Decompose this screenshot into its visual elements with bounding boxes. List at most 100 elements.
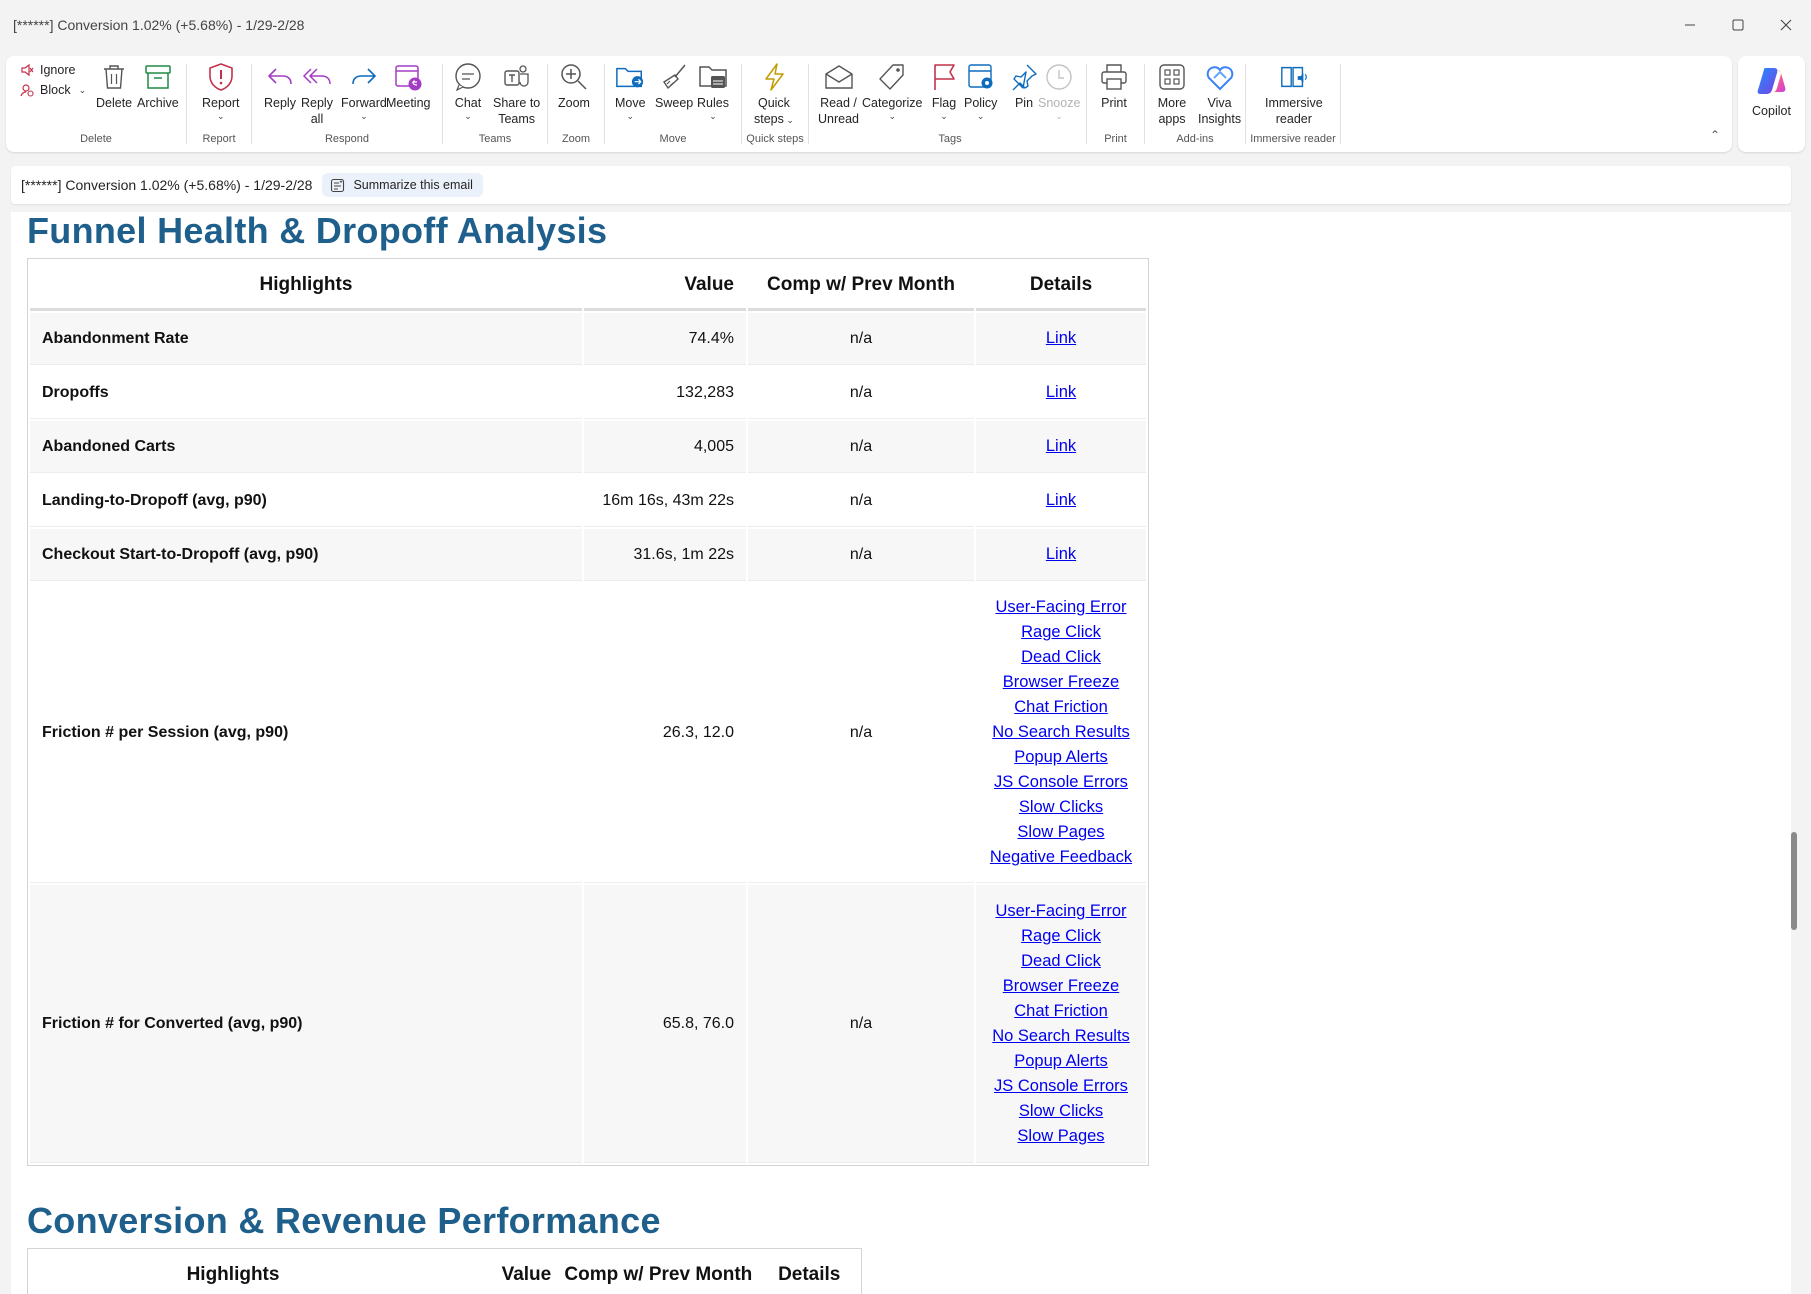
pin-button[interactable]: Pin — [1009, 62, 1039, 111]
summarize-email-button[interactable]: Summarize this email — [322, 173, 483, 197]
print-button[interactable]: Print — [1099, 62, 1129, 111]
scrollbar[interactable] — [1786, 212, 1800, 1294]
report-button[interactable]: Report ⌄ — [202, 62, 240, 121]
categorize-button[interactable]: Categorize ⌄ — [862, 62, 922, 121]
delete-button[interactable]: Delete — [96, 62, 132, 111]
table-row: Friction # for Converted (avg, p90) 65.8,… — [30, 885, 1146, 1163]
policy-button[interactable]: Policy ⌄ — [964, 62, 997, 121]
ignore-icon — [21, 63, 34, 77]
col-value: Value — [584, 261, 746, 311]
more-apps-button[interactable]: More apps — [1157, 62, 1187, 127]
email-subject: [******] Conversion 1.02% (+5.68%) - 1/2… — [21, 177, 313, 193]
summarize-icon — [331, 178, 345, 192]
title-bar: [******] Conversion 1.02% (+5.68%) - 1/2… — [0, 0, 1811, 50]
archive-button[interactable]: Archive — [137, 62, 179, 111]
block-button[interactable]: Block ⌄ — [20, 83, 86, 97]
details-link[interactable]: Link — [976, 380, 1146, 405]
details-link[interactable]: JS Console Errors — [976, 770, 1146, 795]
table-header-row: Highlights Value Comp w/ Prev Month Deta… — [30, 261, 1146, 311]
details-link[interactable]: Link — [976, 488, 1146, 513]
details-link[interactable]: Rage Click — [976, 620, 1146, 645]
details-link[interactable]: Chat Friction — [976, 695, 1146, 720]
col-value: Value — [438, 1251, 557, 1294]
value-cell: 26.3, 12.0 — [584, 583, 746, 883]
funnel-table: Highlights Value Comp w/ Prev Month Deta… — [27, 258, 1149, 1166]
apps-grid-icon — [1159, 64, 1185, 90]
immersive-reader-icon — [1280, 66, 1307, 88]
comp-cell: n/a — [748, 475, 974, 527]
details-link[interactable]: No Search Results — [976, 1024, 1146, 1049]
share-to-teams-button[interactable]: Share to Teams — [493, 62, 540, 127]
forward-button[interactable]: Forward ⌄ — [341, 62, 387, 121]
sweep-button[interactable]: Sweep — [655, 62, 693, 111]
chat-icon — [455, 63, 481, 92]
comp-cell: n/a — [748, 421, 974, 473]
details-link[interactable]: Dead Click — [976, 645, 1146, 670]
clock-icon — [1046, 64, 1072, 90]
details-link[interactable]: Negative Feedback — [976, 845, 1146, 870]
chevron-down-icon: ⌄ — [626, 111, 635, 121]
comp-cell: n/a — [748, 529, 974, 581]
reply-all-button[interactable]: Reply all — [301, 62, 333, 127]
flag-button[interactable]: Flag ⌄ — [929, 62, 959, 121]
details-link[interactable]: Slow Pages — [976, 820, 1146, 845]
details-link[interactable]: User-Facing Error — [976, 595, 1146, 620]
chat-button[interactable]: Chat ⌄ — [453, 62, 483, 121]
comp-cell: n/a — [748, 367, 974, 419]
table-row: Abandoned Carts 4,005 n/a Link — [30, 421, 1146, 473]
table-row: Abandonment Rate 74.4% n/a Link — [30, 313, 1146, 365]
details-link[interactable]: No Search Results — [976, 720, 1146, 745]
details-link[interactable]: Rage Click — [976, 924, 1146, 949]
broom-icon — [663, 64, 686, 90]
details-link[interactable]: Slow Pages — [976, 1124, 1146, 1149]
rules-button[interactable]: Rules ⌄ — [697, 62, 729, 121]
details-link[interactable]: Popup Alerts — [976, 1049, 1146, 1074]
details-link[interactable]: Browser Freeze — [976, 670, 1146, 695]
maximize-icon[interactable] — [1714, 0, 1762, 50]
reply-button[interactable]: Reply — [264, 62, 296, 111]
zoom-button[interactable]: Zoom — [558, 62, 590, 111]
highlight-cell: Abandonment Rate — [30, 313, 582, 365]
copilot-button[interactable]: Copilot — [1738, 56, 1805, 152]
window-title: [******] Conversion 1.02% (+5.68%) - 1/2… — [13, 17, 305, 33]
archive-icon — [145, 65, 171, 89]
details-link[interactable]: Slow Clicks — [976, 1099, 1146, 1124]
close-icon[interactable] — [1762, 0, 1810, 50]
move-folder-icon — [616, 67, 644, 88]
details-link[interactable]: Popup Alerts — [976, 745, 1146, 770]
viva-insights-button[interactable]: Viva Insights — [1198, 62, 1241, 127]
pin-icon — [1012, 64, 1037, 91]
details-cell: Link — [976, 421, 1146, 473]
immersive-reader-button[interactable]: Immersive reader — [1265, 62, 1323, 127]
delete-group: Ignore Block ⌄ Delete Archive Delete — [6, 56, 186, 152]
details-link[interactable]: Dead Click — [976, 949, 1146, 974]
details-link[interactable]: Chat Friction — [976, 999, 1146, 1024]
highlight-cell: Friction # for Converted (avg, p90) — [30, 885, 582, 1163]
flag-icon — [934, 64, 955, 90]
details-link[interactable]: Link — [976, 326, 1146, 351]
details-link[interactable]: Slow Clicks — [976, 795, 1146, 820]
collapse-ribbon-icon[interactable]: ⌃ — [1710, 128, 1720, 142]
quick-steps-button[interactable]: Quick steps ⌄ — [754, 62, 794, 127]
snooze-button[interactable]: Snooze ⌄ — [1038, 62, 1080, 121]
teams-icon — [503, 65, 529, 87]
details-link[interactable]: JS Console Errors — [976, 1074, 1146, 1099]
print-group: Print Print — [1087, 56, 1144, 152]
details-link[interactable]: Link — [976, 542, 1146, 567]
comp-cell: n/a — [748, 885, 974, 1163]
scrollbar-thumb[interactable] — [1791, 832, 1797, 930]
details-link[interactable]: User-Facing Error — [976, 899, 1146, 924]
block-icon — [20, 84, 34, 97]
minimize-icon[interactable] — [1666, 0, 1714, 50]
ignore-button[interactable]: Ignore — [20, 63, 75, 77]
highlight-cell: Abandoned Carts — [30, 421, 582, 473]
meeting-button[interactable]: Meeting — [386, 62, 430, 111]
col-details: Details — [976, 261, 1146, 311]
read-unread-button[interactable]: Read / Unread — [818, 62, 859, 127]
value-cell: 132,283 — [584, 367, 746, 419]
details-link[interactable]: Browser Freeze — [976, 974, 1146, 999]
move-button[interactable]: Move ⌄ — [615, 62, 646, 121]
policy-icon — [967, 64, 993, 89]
details-link[interactable]: Link — [976, 434, 1146, 459]
col-comp: Comp w/ Prev Month — [559, 1251, 757, 1294]
